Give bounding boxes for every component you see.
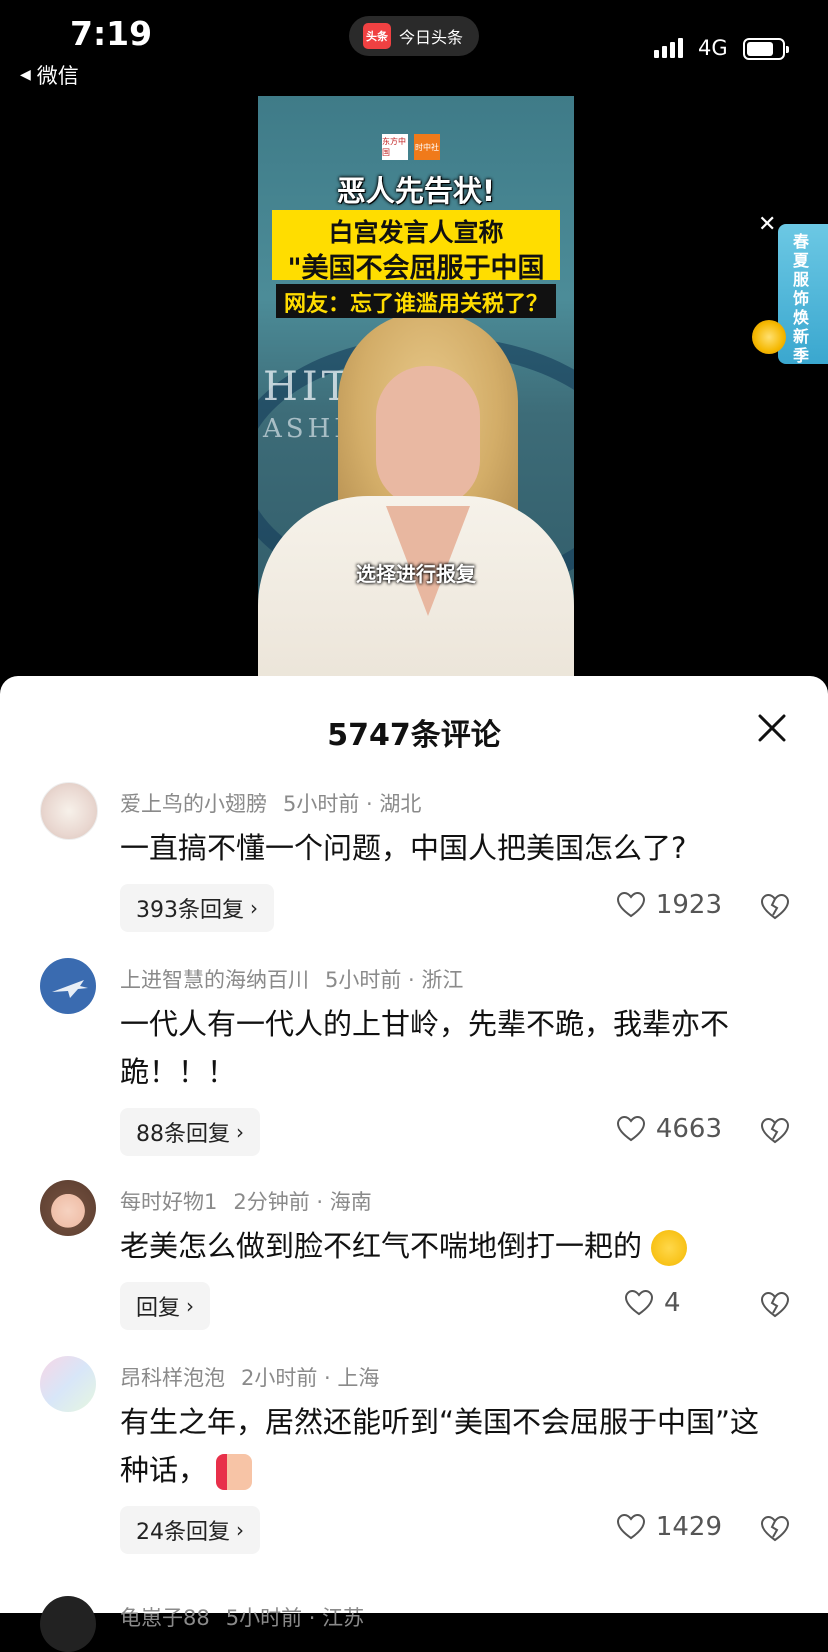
view-replies-button[interactable]: 393条回复 › — [120, 884, 274, 932]
comment-location: 湖北 — [379, 792, 422, 816]
speaker-face — [376, 366, 480, 506]
comment-username[interactable]: 昂科样泡泡 — [120, 1366, 225, 1390]
app-name: 今日头条 — [399, 28, 464, 47]
network-type: 4G — [698, 36, 728, 60]
heart-icon — [616, 1513, 645, 1540]
media-logo-left: 东方中国 — [382, 134, 408, 160]
signal-icon — [654, 38, 683, 58]
broken-heart-icon[interactable] — [760, 1116, 790, 1146]
video-player[interactable]: HITE SE ASHIN 东方中国 时中社 恶人先告状! 白宫发言人宣称 "美… — [258, 96, 574, 676]
chevron-right-icon: › — [250, 896, 258, 920]
chevron-right-icon: › — [236, 1518, 244, 1542]
comment-meta: 龟崽子88 5小时前 · 江苏 — [120, 1606, 365, 1630]
reply-button[interactable]: 回复 › — [120, 1282, 211, 1330]
comment-location: 海南 — [329, 1190, 372, 1214]
comment-location: 浙江 — [421, 968, 464, 992]
video-subtitle: 选择进行报复 — [356, 562, 476, 586]
broken-heart-icon[interactable] — [760, 892, 790, 922]
back-to-wechat[interactable]: ◀ 微信 — [20, 60, 79, 90]
replies-count: 393条回复 — [136, 898, 244, 923]
video-caption-line3: "美国不会屈服于中国 — [287, 253, 545, 284]
like-count: 4 — [664, 1288, 681, 1318]
app-indicator-pill[interactable]: 头条 今日头条 — [349, 16, 479, 56]
like-count: 1429 — [655, 1512, 722, 1542]
comment-username[interactable]: 龟崽子88 — [120, 1606, 210, 1630]
status-time: 7:19 — [70, 14, 153, 53]
ad-close-icon[interactable]: ✕ — [758, 212, 776, 237]
comment-time: 5小时前 — [283, 792, 360, 816]
like-button[interactable]: 1923 — [616, 890, 722, 920]
like-count: 1923 — [655, 890, 722, 920]
like-button[interactable]: 4663 — [616, 1114, 722, 1144]
comment-meta: 每时好物1 2分钟前 · 海南 — [120, 1190, 372, 1214]
comment-text: 一直搞不懂一个问题，中国人把美国怎么了? — [120, 831, 687, 865]
jet-icon — [52, 980, 88, 998]
heart-icon — [616, 891, 645, 918]
comment-time: 2分钟前 — [233, 1190, 310, 1214]
comment-location: 上海 — [337, 1366, 380, 1390]
close-icon[interactable] — [756, 712, 788, 744]
comments-panel: 5747条评论 爱上鸟的小翅膀 5小时前 · 湖北 一直搞不懂一个问题，中国人把美… — [0, 676, 828, 1652]
comment-time: 5小时前 — [225, 1606, 303, 1630]
comment-text: 老美怎么做到脸不红气不喘地倒打一耙的 — [120, 1222, 780, 1270]
comment-username[interactable]: 上进智慧的海纳百川 — [120, 968, 309, 992]
comment-text: 有生之年，居然还能听到“美国不会屈服于中国”这种话， — [120, 1398, 780, 1494]
comment-username[interactable]: 爱上鸟的小翅膀 — [120, 792, 267, 816]
crying-laughing-emoji-icon — [651, 1230, 688, 1266]
avatar[interactable] — [40, 1596, 96, 1652]
ad-text: 春夏服饰焕新季 — [792, 232, 809, 365]
avatar[interactable] — [40, 1356, 96, 1412]
comment-location: 江苏 — [322, 1606, 365, 1630]
comment-meta: 上进智慧的海纳百川 5小时前 · 浙江 — [120, 968, 464, 992]
view-replies-button[interactable]: 88条回复 › — [120, 1108, 260, 1156]
replies-count: 24条回复 — [136, 1520, 230, 1545]
comment-username[interactable]: 每时好物1 — [120, 1190, 217, 1214]
broken-heart-icon[interactable] — [760, 1290, 790, 1320]
avatar[interactable] — [40, 782, 98, 840]
chevron-right-icon: › — [236, 1120, 244, 1144]
comment-text-content: 老美怎么做到脸不红气不喘地倒打一耙的 — [120, 1229, 643, 1263]
like-button[interactable]: 4 — [624, 1288, 722, 1318]
like-button[interactable]: 1429 — [616, 1512, 722, 1542]
comment-meta: 爱上鸟的小翅膀 5小时前 · 湖北 — [120, 792, 422, 816]
avatar[interactable] — [40, 958, 96, 1014]
replies-count: 回复 — [136, 1296, 181, 1321]
back-arrow-icon: ◀ — [20, 67, 31, 83]
video-caption-line4: 网友：忘了谁滥用关税了？ — [283, 292, 548, 317]
thumbs-up-emoji-icon — [216, 1454, 253, 1490]
battery-icon — [743, 38, 789, 60]
video-logos: 东方中国 时中社 — [382, 134, 440, 160]
comment-meta: 昂科样泡泡 2小时前 · 上海 — [120, 1366, 380, 1390]
toutiao-logo-icon: 头条 — [363, 23, 391, 49]
broken-heart-icon[interactable] — [760, 1514, 790, 1544]
heart-icon — [624, 1289, 654, 1316]
video-caption-line2: 白宫发言人宣称 — [328, 218, 504, 247]
media-logo-right: 时中社 — [414, 134, 440, 160]
heart-icon — [616, 1115, 645, 1142]
chevron-right-icon: › — [186, 1294, 195, 1318]
comment-time: 5小时前 — [325, 968, 402, 992]
flower-icon — [752, 320, 786, 354]
like-count: 4663 — [655, 1114, 722, 1144]
comment-text: 一代人有一代人的上甘岭，先辈不跪，我辈亦不跪！！！ — [120, 1007, 730, 1089]
view-replies-button[interactable]: 24条回复 › — [120, 1506, 260, 1554]
avatar[interactable] — [40, 1180, 96, 1236]
replies-count: 88条回复 — [136, 1122, 230, 1147]
comment-time: 2小时前 — [241, 1366, 318, 1390]
comments-title: 5747条评论 — [327, 718, 501, 753]
video-headline: 恶人先告状! — [336, 174, 496, 208]
back-label: 微信 — [36, 64, 79, 88]
